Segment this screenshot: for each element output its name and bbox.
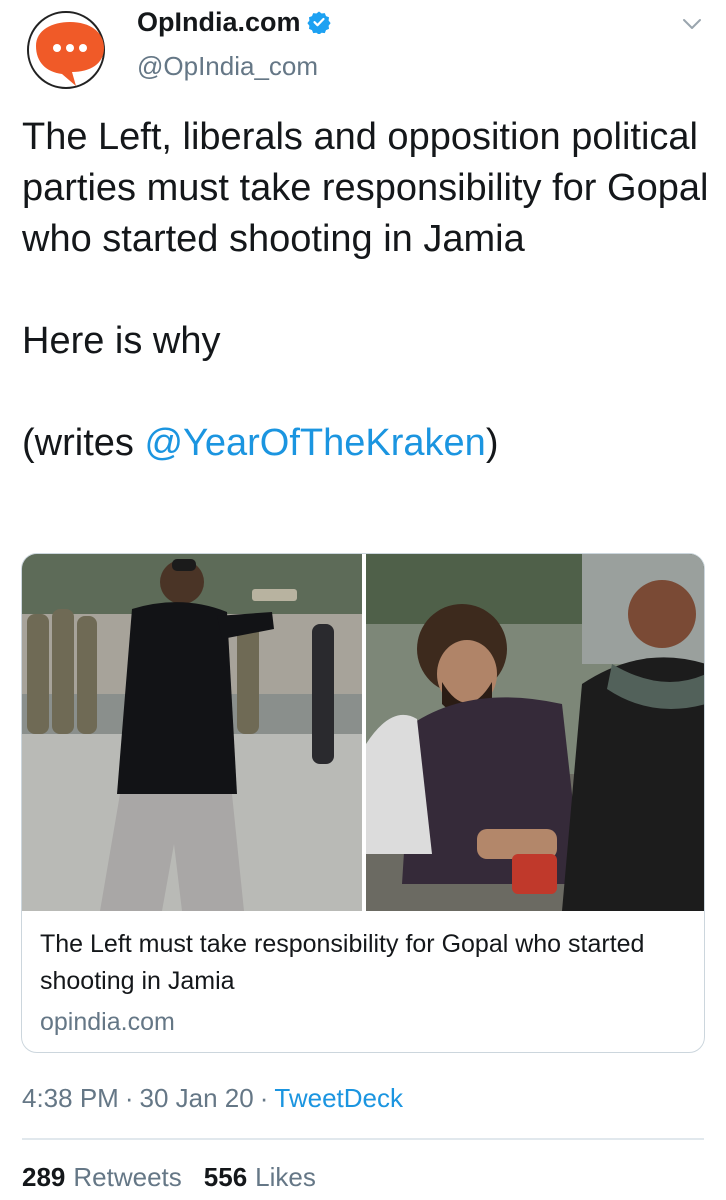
divider — [22, 1138, 704, 1140]
tweet-text-paragraph-1: The Left, liberals and opposition politi… — [22, 116, 709, 260]
likes-stat[interactable]: 556 Likes — [204, 1158, 316, 1196]
display-name[interactable]: OpIndia.com — [137, 6, 301, 38]
verified-badge-icon — [306, 11, 331, 34]
speech-bubble-icon[interactable] — [22, 8, 114, 94]
mention-link[interactable]: @YearOfTheKraken — [144, 422, 485, 464]
retweets-count: 289 — [22, 1162, 66, 1192]
chevron-down-icon[interactable] — [680, 12, 704, 36]
tweet-date[interactable]: 30 Jan 20 — [140, 1079, 254, 1117]
tweet-stats: 289 Retweets 556 Likes — [22, 1158, 338, 1196]
tweet-time[interactable]: 4:38 PM — [22, 1079, 119, 1117]
tweet-body: The Left, liberals and opposition politi… — [22, 112, 712, 469]
likes-label: Likes — [255, 1162, 316, 1192]
writes-prefix: (writes — [22, 422, 145, 464]
tweet-text-paragraph-2: Here is why — [22, 320, 221, 362]
writes-suffix: ) — [485, 422, 499, 464]
account-name-row[interactable]: OpIndia.com — [137, 6, 331, 38]
tweet-text-paragraph-3: (writes @YearOfTheKraken) — [22, 418, 712, 469]
card-title[interactable]: The Left must take responsibility for Go… — [40, 926, 680, 1000]
account-handle[interactable]: @OpIndia_com — [137, 50, 318, 82]
tweet-header: OpIndia.com @OpIndia_com — [0, 0, 726, 95]
retweets-label: Retweets — [73, 1162, 182, 1192]
meta-separator: · — [124, 1083, 134, 1113]
card-photo — [22, 554, 704, 911]
likes-count: 556 — [203, 1162, 248, 1192]
link-card[interactable]: The Left must take responsibility for Go… — [21, 553, 705, 1053]
card-domain: opindia.com — [40, 1008, 175, 1036]
meta-separator: · — [259, 1083, 269, 1113]
tweet-source-link[interactable]: TweetDeck — [274, 1079, 403, 1117]
card-image[interactable] — [22, 554, 704, 911]
retweets-stat[interactable]: 289 Retweets — [22, 1158, 182, 1196]
tweet-meta: 4:38 PM · 30 Jan 20 · TweetDeck — [22, 1079, 403, 1117]
